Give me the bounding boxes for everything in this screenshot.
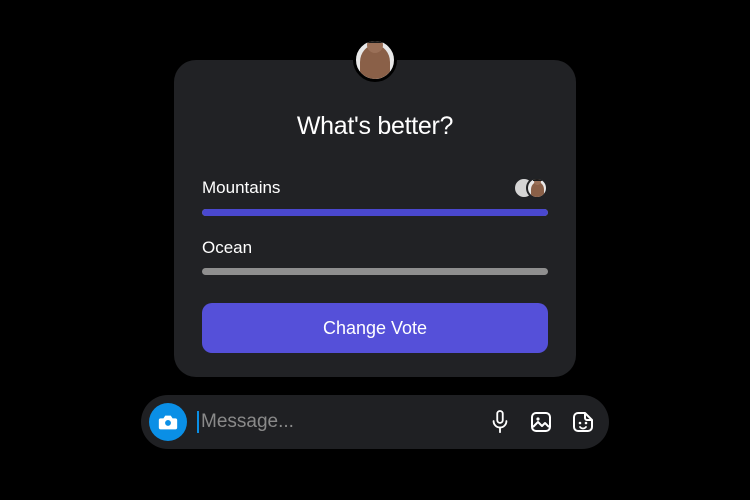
voice-button[interactable] bbox=[489, 409, 511, 435]
message-composer: Message... bbox=[141, 395, 609, 449]
microphone-icon bbox=[489, 409, 511, 435]
voter-avatar bbox=[526, 177, 548, 199]
gallery-button[interactable] bbox=[529, 410, 553, 434]
message-placeholder: Message... bbox=[201, 411, 294, 433]
poll-option-label: Ocean bbox=[202, 238, 252, 258]
poll-creator-avatar[interactable] bbox=[353, 38, 397, 82]
sticker-button[interactable] bbox=[571, 410, 595, 434]
poll-voters bbox=[513, 177, 548, 199]
sticker-icon bbox=[571, 410, 595, 434]
poll-option[interactable]: Ocean bbox=[202, 238, 548, 275]
camera-icon bbox=[157, 411, 179, 433]
poll-card: What's better? Mountains Ocean Change Vo… bbox=[174, 60, 576, 377]
change-vote-button[interactable]: Change Vote bbox=[202, 303, 548, 353]
message-input[interactable]: Message... bbox=[197, 409, 479, 435]
poll-bar bbox=[202, 209, 548, 216]
poll-title: What's better? bbox=[202, 112, 548, 141]
image-icon bbox=[529, 410, 553, 434]
poll-bar bbox=[202, 268, 548, 275]
camera-button[interactable] bbox=[149, 403, 187, 441]
poll-option[interactable]: Mountains bbox=[202, 177, 548, 216]
poll-option-label: Mountains bbox=[202, 178, 280, 198]
